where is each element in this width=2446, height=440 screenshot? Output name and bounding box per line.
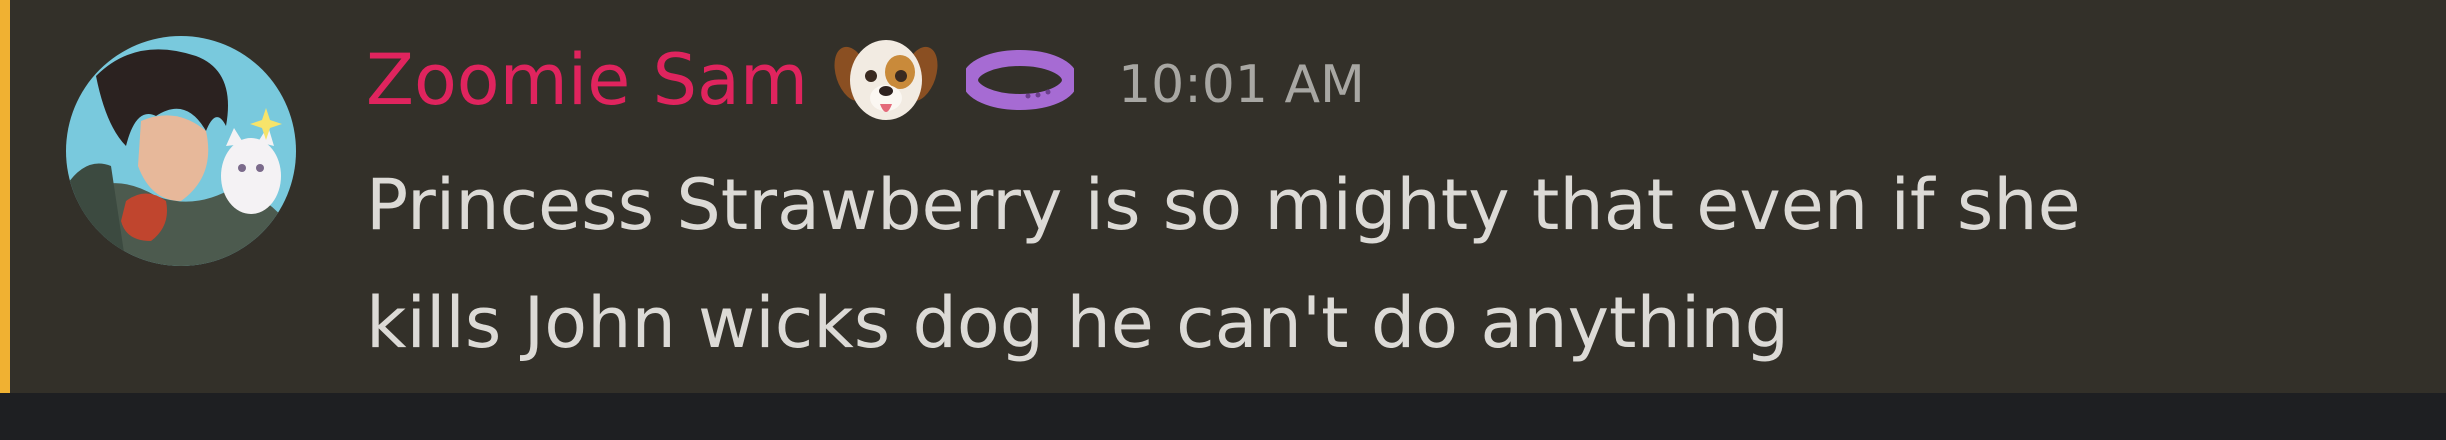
collar-icon (966, 50, 1075, 110)
message-line: Princess Strawberry is so mighty that ev… (366, 164, 2081, 246)
message-content: Princess Strawberry is so mighty that ev… (366, 146, 2346, 382)
chat-message[interactable]: Zoomie Sam 10:01 AM Princess Strawberry … (0, 0, 2446, 393)
message-header: Zoomie Sam 10:01 AM (366, 30, 1365, 130)
mention-highlight-bar (0, 0, 10, 393)
timestamp[interactable]: 10:01 AM (1118, 59, 1365, 111)
username[interactable]: Zoomie Sam (366, 45, 808, 115)
dog-emoji-icon (834, 40, 938, 120)
message-line: kills John wicks dog he can't do anythin… (366, 282, 1790, 364)
avatar[interactable] (66, 36, 296, 266)
